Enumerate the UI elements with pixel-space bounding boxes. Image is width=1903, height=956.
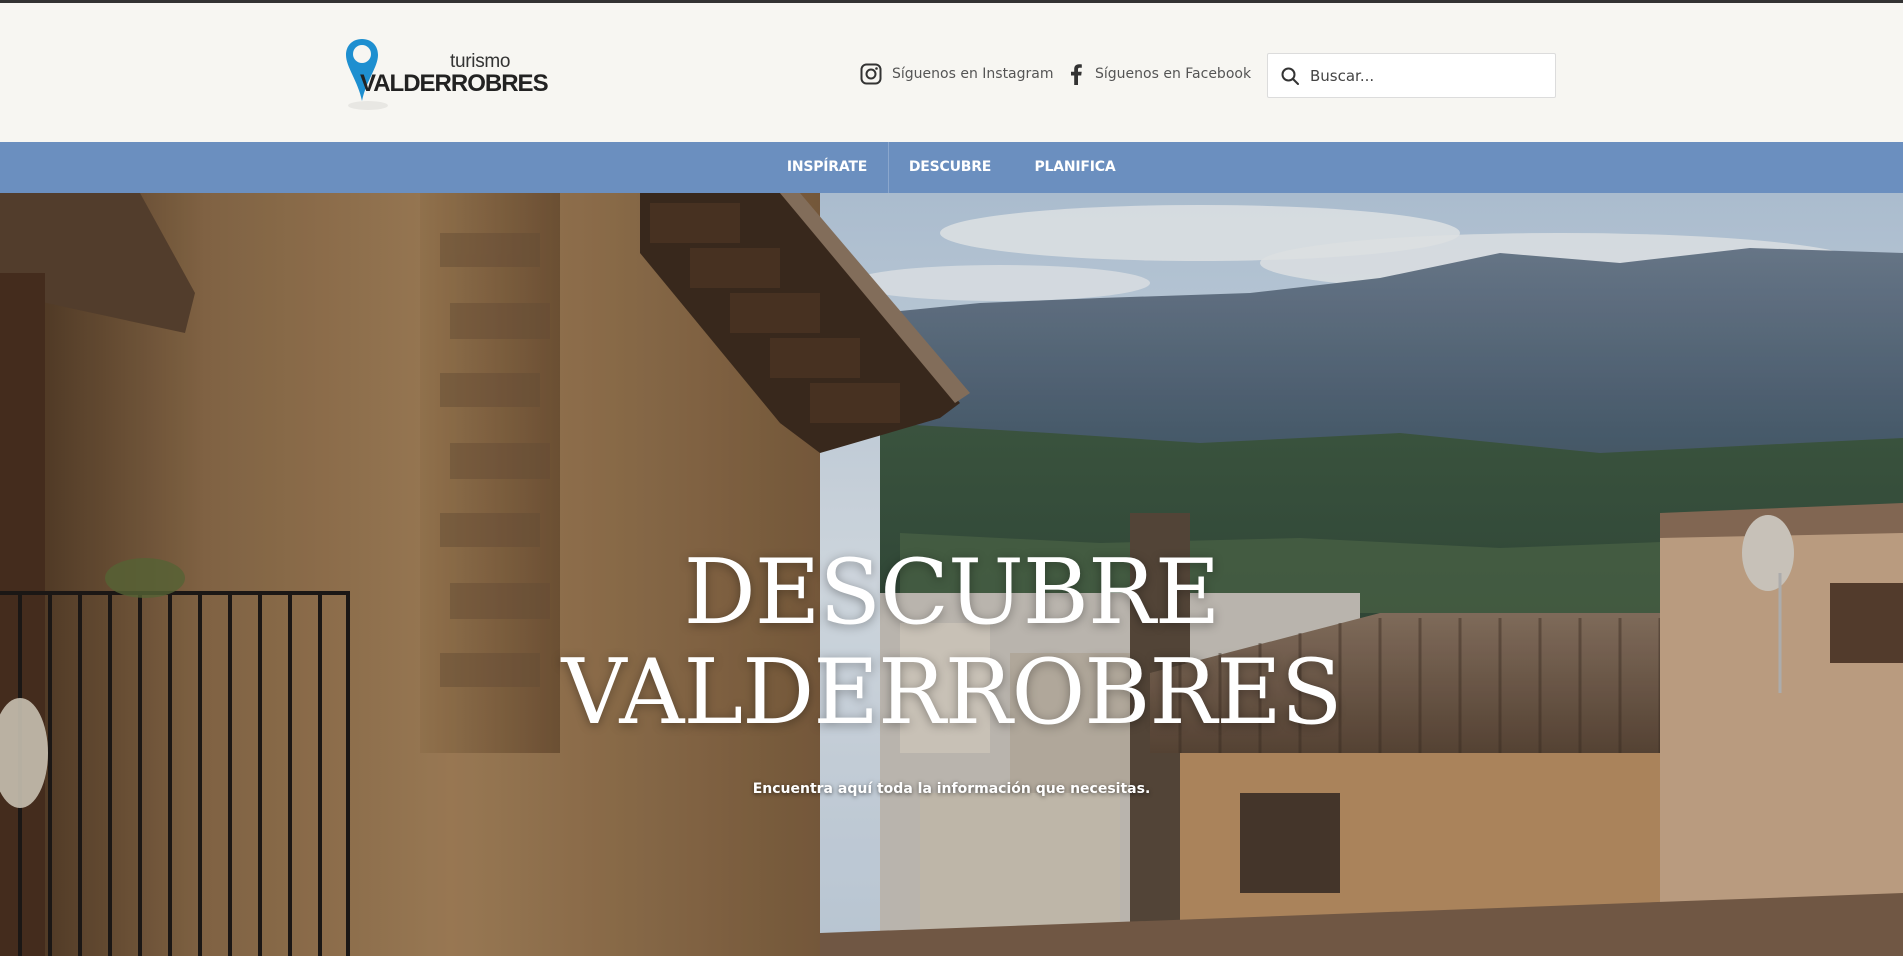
facebook-icon — [1071, 64, 1082, 85]
site-header: turismo VALDERROBRES Síguenos en Instagr… — [0, 3, 1903, 142]
nav-item-inspirate[interactable]: INSPÍRATE — [776, 142, 878, 193]
instagram-label: Síguenos en Instagram — [892, 66, 1054, 82]
search-icon — [1281, 67, 1299, 85]
instagram-icon — [860, 63, 882, 85]
instagram-link[interactable]: Síguenos en Instagram — [860, 63, 1054, 85]
search-box[interactable] — [1267, 53, 1556, 98]
facebook-label: Síguenos en Facebook — [1095, 66, 1252, 82]
hero-title: DESCUBRE VALDERROBRES — [0, 543, 1903, 743]
hero-title-line1: DESCUBRE — [683, 540, 1221, 645]
nav-item-descubre[interactable]: DESCUBRE — [896, 142, 1004, 193]
nav-divider — [888, 142, 889, 193]
logo-shadow — [348, 101, 388, 110]
site-logo[interactable]: turismo VALDERROBRES — [344, 37, 549, 111]
hero-banner: DESCUBRE VALDERROBRES Encuentra aquí tod… — [0, 193, 1903, 956]
nav-item-planifica[interactable]: PLANIFICA — [1028, 142, 1122, 193]
facebook-link[interactable]: Síguenos en Facebook — [1067, 63, 1251, 85]
hero-subtitle: Encuentra aquí toda la información que n… — [752, 781, 1151, 797]
main-nav: INSPÍRATE DESCUBRE PLANIFICA — [0, 142, 1903, 193]
hero-title-line2: VALDERROBRES — [561, 640, 1342, 745]
logo-title: VALDERROBRES — [360, 70, 549, 97]
search-input[interactable] — [1310, 66, 1530, 85]
